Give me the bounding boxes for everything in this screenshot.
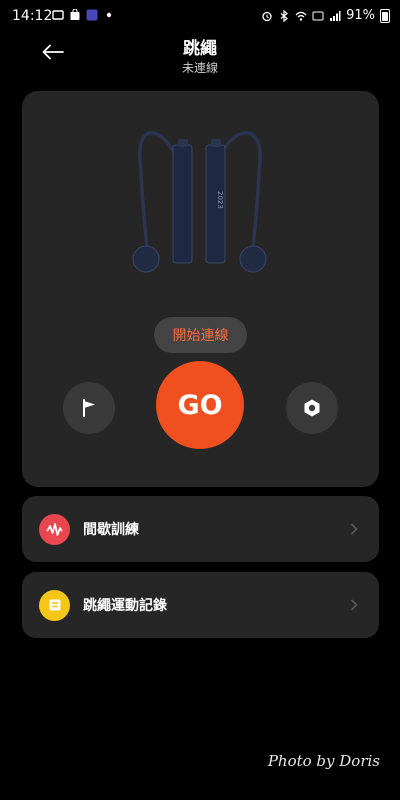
app-badge-icon [86,9,98,21]
alarm-icon [262,11,272,21]
bluetooth-icon [280,9,289,22]
jump-rope-records-item[interactable]: 跳繩運動記錄 [22,572,379,638]
header: 跳繩 未連線 [0,30,400,80]
shopping-bag-icon [70,9,80,20]
chevron-right-icon [347,598,361,612]
app-notification-icon [52,10,64,20]
device-card: 2023 開始連線 GO [22,91,379,487]
photo-watermark: Photo by Doris [267,752,380,770]
settings-button[interactable] [286,382,338,434]
volte-icon [312,11,324,20]
waveform-icon [39,513,70,545]
interval-training-item[interactable]: 間歇訓練 [22,496,379,562]
signal-icon [330,10,341,21]
connection-status: 未連線 [181,61,218,75]
flag-icon [83,399,95,417]
wifi-icon [295,11,307,21]
notification-icons [52,9,115,21]
jump-rope-image: 2023 [132,131,267,273]
hex-settings-icon [304,399,320,417]
battery-percent: 91% [346,8,375,23]
status-time: 14:12 [12,8,53,24]
svg-text:2023: 2023 [216,191,224,209]
page-title: 跳繩 [183,39,217,59]
dot-icon [106,12,112,18]
interval-training-label: 間歇訓練 [83,522,139,538]
record-icon [39,589,70,621]
status-bar: 14:12 91% [0,0,400,34]
jump-rope-records-label: 跳繩運動記錄 [83,598,167,614]
battery-icon [380,8,390,23]
system-status-icons: 91% [261,8,390,23]
chevron-right-icon [347,522,361,536]
start-connect-button[interactable]: 開始連線 [154,317,247,353]
flag-button[interactable] [63,382,115,434]
go-button[interactable]: GO [156,361,244,449]
